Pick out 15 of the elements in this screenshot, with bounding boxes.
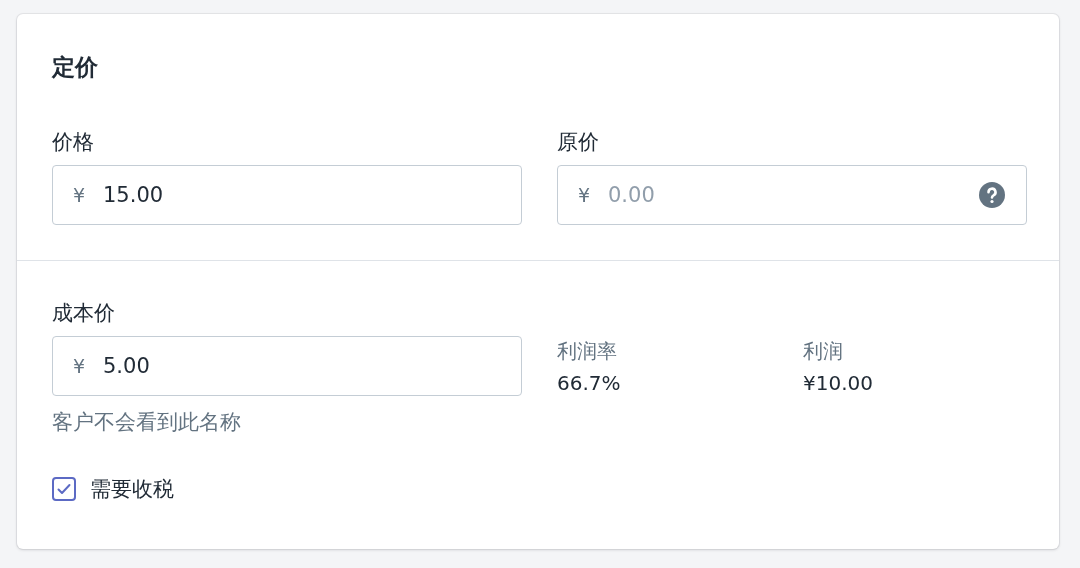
field-label: 原价	[557, 129, 600, 155]
field-label: 价格	[52, 129, 95, 155]
checkbox-label: 需要收税	[90, 476, 174, 504]
currency-symbol: ¥	[73, 183, 86, 206]
currency-symbol: ¥	[73, 354, 86, 377]
currency-symbol: ¥	[578, 183, 591, 206]
stat-label: 利润	[803, 338, 844, 363]
stat-value: ¥10.00	[803, 370, 874, 395]
field-label: 成本价	[52, 300, 116, 326]
field-hint: 客户不会看到此名称	[52, 409, 242, 436]
checkbox[interactable]	[52, 477, 76, 502]
help-icon[interactable]	[979, 181, 1005, 208]
card-title: 定价	[52, 54, 99, 82]
stat-label: 利润率	[557, 338, 618, 363]
stat-value: 66.7%	[557, 370, 622, 395]
